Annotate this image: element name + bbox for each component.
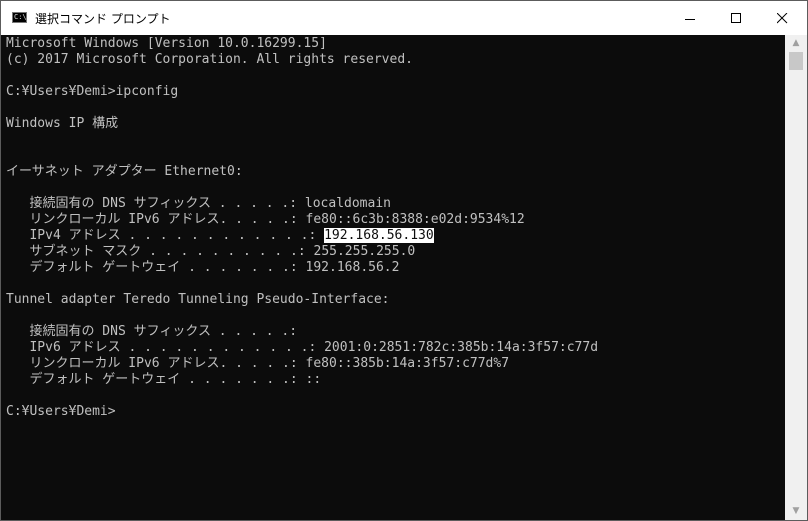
console-line: IPv6 アドレス . . . . . . . . . . . .: 2001:… <box>6 340 599 355</box>
selected-ipv4-address[interactable]: 192.168.56.130 <box>324 228 434 243</box>
close-button[interactable] <box>759 1 805 35</box>
ipv4-label: IPv4 アドレス . . . . . . . . . . . .: <box>6 228 325 243</box>
console-line: Microsoft Windows [Version 10.0.16299.15… <box>6 36 327 51</box>
console-line: C:¥Users¥Demi>ipconfig <box>6 84 179 99</box>
scrollbar-thumb[interactable] <box>789 52 803 70</box>
console-line: リンクローカル IPv6 アドレス. . . . .: fe80::6c3b:8… <box>6 212 525 227</box>
console-line: デフォルト ゲートウェイ . . . . . . .: 192.168.56.2 <box>6 260 400 275</box>
maximize-icon <box>731 13 741 23</box>
console-line: Windows IP 構成 <box>6 116 119 131</box>
app-icon-text: C:\ <box>14 13 27 21</box>
maximize-button[interactable] <box>713 1 759 35</box>
title-bar[interactable]: C:\ 選択コマンド プロンプト <box>1 1 807 35</box>
scroll-down-arrow-icon[interactable]: ▼ <box>785 503 807 520</box>
console-line: 接続固有の DNS サフィックス . . . . .: localdomain <box>6 196 391 211</box>
console-line-ipv4: IPv4 アドレス . . . . . . . . . . . .: 192.1… <box>6 228 434 244</box>
console-line: Tunnel adapter Teredo Tunneling Pseudo-I… <box>6 292 390 307</box>
command-prompt-icon[interactable]: C:\ <box>12 12 27 23</box>
minimize-button[interactable] <box>667 1 713 35</box>
window-title: 選択コマンド プロンプト <box>35 12 171 26</box>
scroll-up-arrow-icon[interactable]: ▲ <box>785 35 807 52</box>
close-icon <box>777 13 788 24</box>
console-output[interactable]: Microsoft Windows [Version 10.0.16299.15… <box>1 35 785 520</box>
command-prompt-line: C:¥Users¥Demi> <box>6 404 116 419</box>
console-line: 接続固有の DNS サフィックス . . . . .: <box>6 324 298 339</box>
minimize-icon <box>685 19 695 20</box>
console-line: サブネット マスク . . . . . . . . . .: 255.255.2… <box>6 244 416 259</box>
console-line: (c) 2017 Microsoft Corporation. All righ… <box>6 52 413 67</box>
command-prompt-window: C:\ 選択コマンド プロンプト Microsoft Windows [Vers… <box>0 0 808 521</box>
console-line: デフォルト ゲートウェイ . . . . . . .: :: <box>6 372 322 387</box>
console-line: イーサネット アダプター Ethernet0: <box>6 164 243 179</box>
vertical-scrollbar[interactable]: ▲ ▼ <box>785 35 807 520</box>
console-line: リンクローカル IPv6 アドレス. . . . .: fe80::385b:1… <box>6 356 510 371</box>
